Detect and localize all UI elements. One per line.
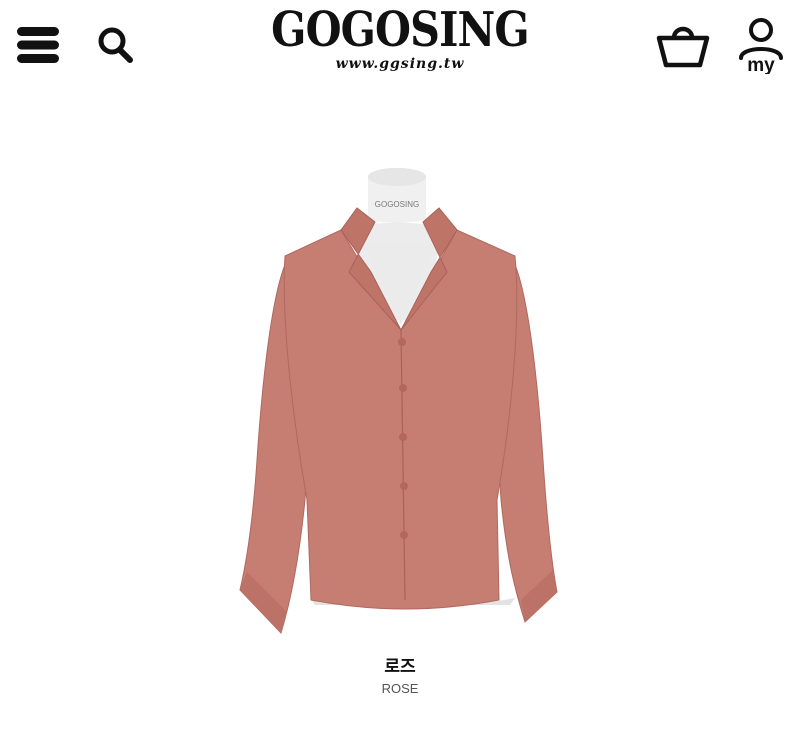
site-logo[interactable]: GOGOSING www.ggsing.tw bbox=[250, 2, 550, 86]
color-name-korean: 로즈 bbox=[384, 657, 416, 676]
search-icon[interactable] bbox=[96, 24, 136, 66]
color-name-english: ROSE bbox=[381, 681, 419, 696]
product-image[interactable]: GOGOSING bbox=[225, 160, 575, 640]
shopping-basket-icon[interactable] bbox=[655, 20, 711, 70]
color-caption: 로즈 ROSE bbox=[0, 652, 800, 696]
rose-blouse bbox=[239, 207, 558, 634]
account-button[interactable]: my bbox=[734, 16, 788, 76]
account-label: my bbox=[747, 55, 775, 74]
user-icon: my bbox=[739, 18, 783, 76]
hamburger-menu-icon[interactable] bbox=[16, 26, 60, 64]
logo-url: www.ggsing.tw bbox=[335, 56, 465, 72]
logo-title: GOGOSING bbox=[271, 2, 530, 58]
mannequin-label: GOGOSING bbox=[375, 200, 419, 209]
header: GOGOSING www.ggsing.tw my bbox=[0, 0, 800, 90]
